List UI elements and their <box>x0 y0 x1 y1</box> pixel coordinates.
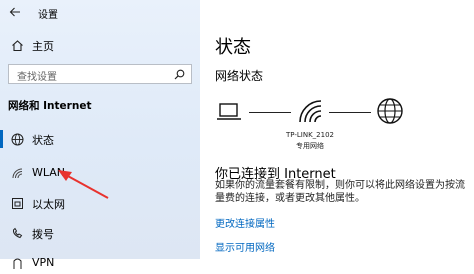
annotation-arrow <box>58 170 109 199</box>
